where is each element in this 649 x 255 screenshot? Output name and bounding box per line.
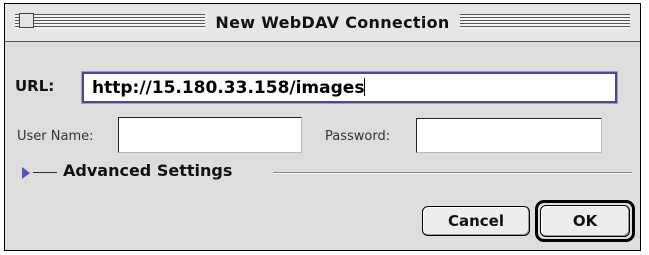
- cancel-button[interactable]: Cancel: [422, 206, 530, 236]
- webdav-dialog: New WebDAV Connection URL: http://15.180…: [4, 3, 641, 251]
- password-field[interactable]: [416, 118, 602, 153]
- user-name-field[interactable]: [118, 117, 302, 153]
- url-value: http://15.180.33.158/images: [92, 78, 365, 98]
- advanced-separator: [273, 172, 632, 174]
- text-caret: [364, 78, 366, 96]
- window-title: New WebDAV Connection: [215, 13, 450, 32]
- advanced-settings-label[interactable]: Advanced Settings: [63, 161, 232, 180]
- title-bar[interactable]: New WebDAV Connection: [5, 4, 640, 42]
- title-stripes-left: [15, 14, 205, 29]
- title-stripes-right: [460, 14, 630, 29]
- url-label: URL:: [15, 77, 55, 95]
- disclosure-triangle-icon[interactable]: [22, 167, 30, 179]
- url-field[interactable]: http://15.180.33.158/images: [81, 71, 618, 104]
- advanced-dash: [33, 172, 57, 173]
- password-label: Password:: [325, 129, 391, 144]
- close-box-icon[interactable]: [19, 13, 34, 28]
- ok-button[interactable]: OK: [540, 205, 630, 237]
- user-name-label: User Name:: [17, 129, 94, 144]
